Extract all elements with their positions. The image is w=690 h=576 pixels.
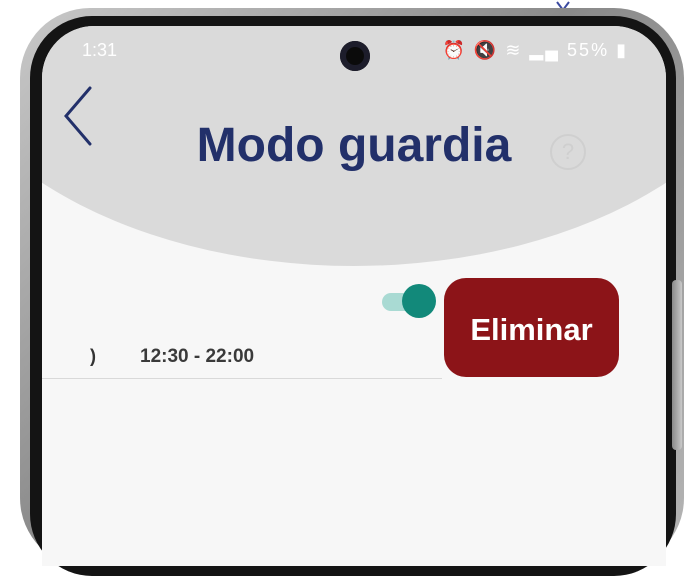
status-time: 1:31 [82, 40, 118, 60]
front-camera [340, 41, 370, 71]
schedule-toggle[interactable] [378, 284, 436, 318]
delete-button[interactable]: Eliminar [444, 278, 619, 377]
toggle-knob [402, 284, 436, 318]
wifi-icon: ≋ [505, 40, 523, 60]
schedule-time-range: 12:30 - 22:00 [140, 346, 255, 367]
app-screen: 1:31 ⏰ 🔇 ≋ ▂▄ 55% ▮ Modo guardia ? ) 12:… [42, 26, 666, 566]
battery-icon: ▮ [616, 40, 628, 60]
signal-icon: ▂▄ [529, 40, 561, 60]
mute-icon: 🔇 [473, 40, 499, 60]
phone-side-button [672, 280, 682, 450]
help-icon[interactable]: ? [550, 134, 586, 170]
schedule-day: ) [90, 346, 96, 366]
alarm-icon: ⏰ [442, 40, 467, 60]
battery-percent: 55% [567, 40, 610, 60]
status-icons: ⏰ 🔇 ≋ ▂▄ 55% ▮ [442, 40, 628, 61]
